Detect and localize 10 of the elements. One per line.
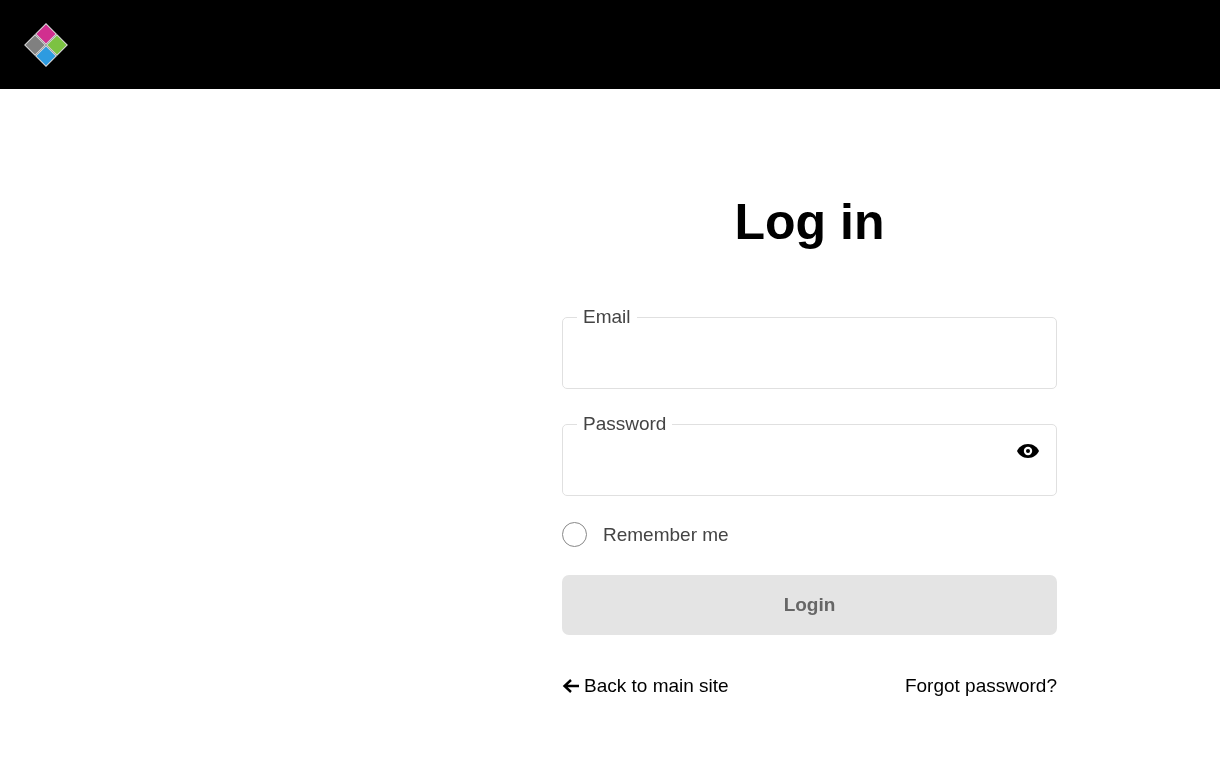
- page-title: Log in: [734, 193, 885, 252]
- eye-icon[interactable]: [1016, 443, 1040, 459]
- email-field[interactable]: Email: [562, 308, 1057, 389]
- password-field[interactable]: Password: [562, 415, 1057, 496]
- arrow-left-icon: [562, 678, 580, 694]
- remember-checkbox[interactable]: [562, 522, 587, 547]
- back-link[interactable]: Back to main site: [562, 675, 729, 697]
- remember-label: Remember me: [603, 523, 729, 546]
- forgot-password-link[interactable]: Forgot password?: [904, 675, 1057, 697]
- logo-icon: [22, 20, 70, 69]
